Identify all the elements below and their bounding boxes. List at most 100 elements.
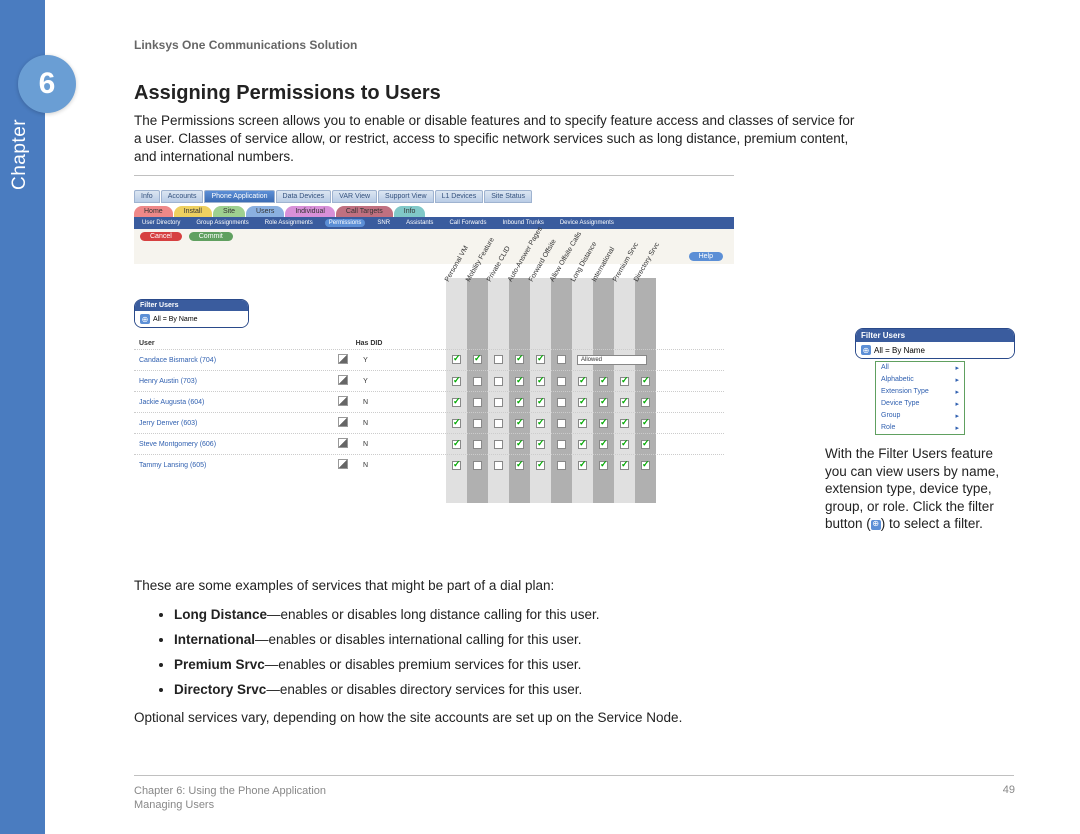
user-link[interactable]: Steve Montgomery (606) <box>134 441 332 448</box>
checkbox[interactable] <box>488 377 509 386</box>
checkbox[interactable] <box>551 398 572 407</box>
checkbox[interactable] <box>614 398 635 407</box>
checkbox[interactable] <box>467 377 488 386</box>
cancel-button[interactable]: Cancel <box>140 232 182 241</box>
commit-button[interactable]: Commit <box>189 232 233 241</box>
subnav-inbound-trunks[interactable]: Inbound Trunks <box>498 219 547 227</box>
checkbox[interactable] <box>446 440 467 449</box>
checkbox[interactable] <box>446 398 467 407</box>
checkbox[interactable] <box>593 440 614 449</box>
checkbox[interactable] <box>530 398 551 407</box>
checkbox[interactable] <box>509 419 530 428</box>
checkbox[interactable] <box>635 419 656 428</box>
checkbox[interactable] <box>509 461 530 470</box>
checkbox[interactable] <box>593 398 614 407</box>
tab-accounts[interactable]: Accounts <box>161 190 204 203</box>
checkbox[interactable] <box>572 461 593 470</box>
user-link[interactable]: Candace Bismarck (704) <box>134 357 332 364</box>
checkbox[interactable] <box>530 461 551 470</box>
filter-menu-item[interactable]: Role▸ <box>876 422 964 434</box>
mid-tab-info[interactable]: Info <box>394 206 426 217</box>
edit-icon[interactable] <box>338 438 348 448</box>
checkbox[interactable] <box>530 419 551 428</box>
user-link[interactable]: Henry Austin (703) <box>134 378 332 385</box>
edit-icon[interactable] <box>338 459 348 469</box>
checkbox[interactable] <box>467 398 488 407</box>
tab-info[interactable]: Info <box>134 190 160 203</box>
filter-menu-item[interactable]: Extension Type▸ <box>876 386 964 398</box>
tab-support-view[interactable]: Support View <box>378 190 434 203</box>
filter-menu-item[interactable]: All▸ <box>876 362 964 374</box>
checkbox[interactable] <box>467 461 488 470</box>
tab-l1-devices[interactable]: L1 Devices <box>435 190 484 203</box>
checkbox[interactable] <box>467 419 488 428</box>
mid-tab-install[interactable]: Install <box>174 206 212 217</box>
edit-icon[interactable] <box>338 375 348 385</box>
user-link[interactable]: Jerry Denver (603) <box>134 420 332 427</box>
checkbox[interactable] <box>551 419 572 428</box>
checkbox[interactable] <box>467 440 488 449</box>
callout-filter-icon[interactable]: ⊕ <box>861 345 871 355</box>
checkbox[interactable] <box>488 440 509 449</box>
checkbox[interactable] <box>530 355 551 365</box>
filter-menu-item[interactable]: Alphabetic▸ <box>876 374 964 386</box>
checkbox[interactable] <box>614 377 635 386</box>
subnav-assistants[interactable]: Assistants <box>402 219 437 227</box>
checkbox[interactable] <box>572 377 593 386</box>
user-link[interactable]: Tammy Lansing (605) <box>134 462 332 469</box>
checkbox[interactable] <box>593 461 614 470</box>
checkbox[interactable] <box>614 440 635 449</box>
checkbox[interactable] <box>530 440 551 449</box>
checkbox[interactable] <box>551 461 572 470</box>
mid-tab-site[interactable]: Site <box>213 206 245 217</box>
checkbox[interactable] <box>614 419 635 428</box>
checkbox[interactable] <box>572 398 593 407</box>
checkbox[interactable] <box>530 377 551 386</box>
subnav-group-assignments[interactable]: Group Assignments <box>192 219 252 227</box>
checkbox[interactable] <box>488 419 509 428</box>
checkbox[interactable] <box>572 419 593 428</box>
checkbox[interactable] <box>593 377 614 386</box>
checkbox[interactable] <box>572 440 593 449</box>
tab-phone-application[interactable]: Phone Application <box>204 190 274 203</box>
edit-icon[interactable] <box>338 417 348 427</box>
checkbox[interactable] <box>551 355 572 365</box>
checkbox[interactable] <box>467 355 488 365</box>
tab-var-view[interactable]: VAR View <box>332 190 377 203</box>
checkbox[interactable] <box>488 398 509 407</box>
checkbox[interactable] <box>635 461 656 470</box>
filter-menu-item[interactable]: Device Type▸ <box>876 398 964 410</box>
checkbox[interactable] <box>551 377 572 386</box>
checkbox[interactable] <box>635 398 656 407</box>
checkbox[interactable] <box>509 355 530 365</box>
checkbox[interactable] <box>488 461 509 470</box>
checkbox[interactable] <box>635 440 656 449</box>
filter-menu-item[interactable]: Group▸ <box>876 410 964 422</box>
tab-data-devices[interactable]: Data Devices <box>276 190 332 203</box>
allowed-dropdown[interactable]: Allowed <box>577 355 647 365</box>
checkbox[interactable] <box>488 355 509 365</box>
checkbox[interactable] <box>593 419 614 428</box>
subnav-permissions[interactable]: Permissions <box>325 219 366 227</box>
subnav-call-forwards[interactable]: Call Forwards <box>445 219 490 227</box>
subnav-user-directory[interactable]: User Directory <box>138 219 184 227</box>
mid-tab-users[interactable]: Users <box>246 206 284 217</box>
checkbox[interactable] <box>509 377 530 386</box>
checkbox[interactable] <box>446 461 467 470</box>
user-link[interactable]: Jackie Augusta (604) <box>134 399 332 406</box>
edit-icon[interactable] <box>338 396 348 406</box>
subnav-snr[interactable]: SNR <box>373 219 394 227</box>
checkbox[interactable] <box>446 355 467 365</box>
edit-icon[interactable] <box>338 354 348 364</box>
checkbox[interactable] <box>446 419 467 428</box>
mid-tab-home[interactable]: Home <box>134 206 173 217</box>
tab-site-status[interactable]: Site Status <box>484 190 532 203</box>
help-button[interactable]: Help <box>689 252 723 261</box>
checkbox[interactable] <box>635 377 656 386</box>
checkbox[interactable] <box>509 398 530 407</box>
checkbox[interactable] <box>446 377 467 386</box>
checkbox[interactable] <box>614 461 635 470</box>
subnav-role-assignments[interactable]: Role Assignments <box>261 219 317 227</box>
checkbox[interactable] <box>509 440 530 449</box>
subnav-device-assignments[interactable]: Device Assignments <box>556 219 618 227</box>
